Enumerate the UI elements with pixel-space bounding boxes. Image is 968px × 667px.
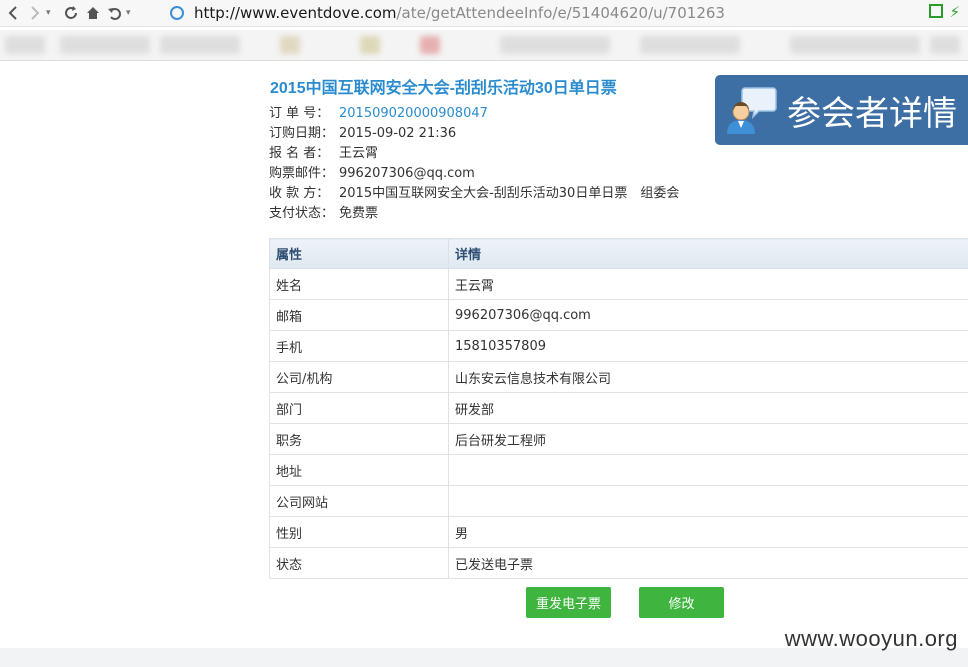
- table-row: 部门 研发部: [269, 392, 968, 424]
- value-cell: 王云霄: [448, 268, 968, 300]
- table-row: 公司/机构 山东安云信息技术有限公司: [269, 361, 968, 393]
- home-icon[interactable]: [82, 2, 104, 24]
- attr-cell: 邮箱: [269, 299, 449, 331]
- attendee-details-banner: 参会者详情: [715, 75, 968, 145]
- info-label: 收 款 方：: [269, 186, 330, 201]
- value-cell: 996207306@qq.com: [448, 299, 968, 331]
- info-label: 支付状态：: [269, 206, 335, 221]
- forward-icon[interactable]: [24, 2, 46, 24]
- table-row: 地址: [269, 454, 968, 486]
- value-cell: 山东安云信息技术有限公司: [448, 361, 968, 393]
- globe-icon: [170, 6, 184, 20]
- info-row-order-date: 订购日期： 2015-09-02 21:36: [269, 124, 679, 144]
- lightning-icon[interactable]: ⚡: [949, 4, 960, 20]
- chevron-down-icon[interactable]: ▾: [46, 8, 56, 18]
- table-row: 状态 已发送电子票: [269, 547, 968, 579]
- info-label: 订 单 号：: [269, 106, 330, 121]
- reload-icon[interactable]: [60, 2, 82, 24]
- attr-cell: 部门: [269, 392, 449, 424]
- attendee-chat-icon: [725, 84, 777, 136]
- info-label: 购票邮件：: [269, 166, 335, 181]
- info-row-payment-status: 支付状态： 免费票: [269, 204, 679, 224]
- info-value: 2015中国互联网安全大会-刮刮乐活动30日单日票 组委会: [339, 186, 680, 201]
- table-row: 邮箱 996207306@qq.com: [269, 299, 968, 331]
- table-header-row: 属性 详情: [269, 238, 968, 269]
- chevron-down-icon[interactable]: ▾: [126, 8, 136, 18]
- value-cell: 已发送电子票: [448, 547, 968, 579]
- table-row: 性别男: [269, 516, 968, 548]
- table-row: 职务 后台研发工程师: [269, 423, 968, 455]
- column-header: 属性: [269, 238, 449, 269]
- column-header: 详情: [448, 238, 968, 269]
- order-info: 订 单 号： 201509020000908047 订购日期： 2015-09-…: [269, 104, 679, 224]
- address-bar[interactable]: http://www.eventdove.com/ate/getAttendee…: [170, 2, 910, 24]
- info-label: 订购日期：: [269, 126, 335, 141]
- undo-icon[interactable]: [104, 2, 126, 24]
- bookmarks-bar: [0, 30, 968, 61]
- attr-cell: 状态: [269, 547, 449, 579]
- attr-cell: 职务: [269, 423, 449, 455]
- value-cell: [448, 485, 968, 517]
- order-number-link[interactable]: 201509020000908047: [339, 104, 488, 124]
- attr-cell: 公司网站: [269, 485, 449, 517]
- value-cell: 男: [448, 516, 968, 548]
- attr-cell: 姓名: [269, 268, 449, 300]
- url-host: http://www.eventdove.com: [194, 4, 397, 22]
- edit-button[interactable]: 修改: [639, 587, 724, 618]
- back-icon[interactable]: [2, 2, 24, 24]
- qr-code-icon[interactable]: [929, 4, 944, 18]
- browser-toolbar: ▾ ▾ http://www.eventdove.com/ate/getAtte…: [0, 0, 968, 27]
- value-cell: 15810357809: [448, 330, 968, 362]
- value-cell: [448, 454, 968, 486]
- page-title: 2015中国互联网安全大会-刮刮乐活动30日单日票: [270, 80, 617, 97]
- attr-cell: 手机: [269, 330, 449, 362]
- value-cell: 后台研发工程师: [448, 423, 968, 455]
- info-row-registrant: 报 名 者： 王云霄: [269, 144, 679, 164]
- resend-eticket-button[interactable]: 重发电子票: [526, 587, 611, 618]
- attr-cell: 性别: [269, 516, 449, 548]
- table-row: 姓名 王云霄: [269, 268, 968, 300]
- banner-title: 参会者详情: [787, 93, 957, 134]
- info-row-payee: 收 款 方： 2015中国互联网安全大会-刮刮乐活动30日单日票 组委会: [269, 184, 679, 204]
- table-row: 公司网站: [269, 485, 968, 517]
- info-value: 2015-09-02 21:36: [339, 126, 457, 141]
- info-value: 王云霄: [339, 146, 379, 161]
- attr-cell: 地址: [269, 454, 449, 486]
- info-row-order-number: 订 单 号： 201509020000908047: [269, 104, 679, 124]
- table-row: 手机 15810357809: [269, 330, 968, 362]
- info-row-email: 购票邮件： 996207306@qq.com: [269, 164, 679, 184]
- attendee-detail-table: 属性 详情 姓名 王云霄 邮箱 996207306@qq.com 手机 1581035…: [269, 238, 968, 579]
- info-label: 报 名 者：: [269, 146, 330, 161]
- attr-cell: 公司/机构: [269, 361, 449, 393]
- url-path: /ate/getAttendeeInfo/e/51404620/u/701263: [396, 4, 725, 22]
- info-value: 996207306@qq.com: [339, 166, 475, 181]
- watermark-text: www.wooyun.org: [784, 626, 958, 651]
- value-cell: 研发部: [448, 392, 968, 424]
- info-value: 免费票: [339, 206, 379, 221]
